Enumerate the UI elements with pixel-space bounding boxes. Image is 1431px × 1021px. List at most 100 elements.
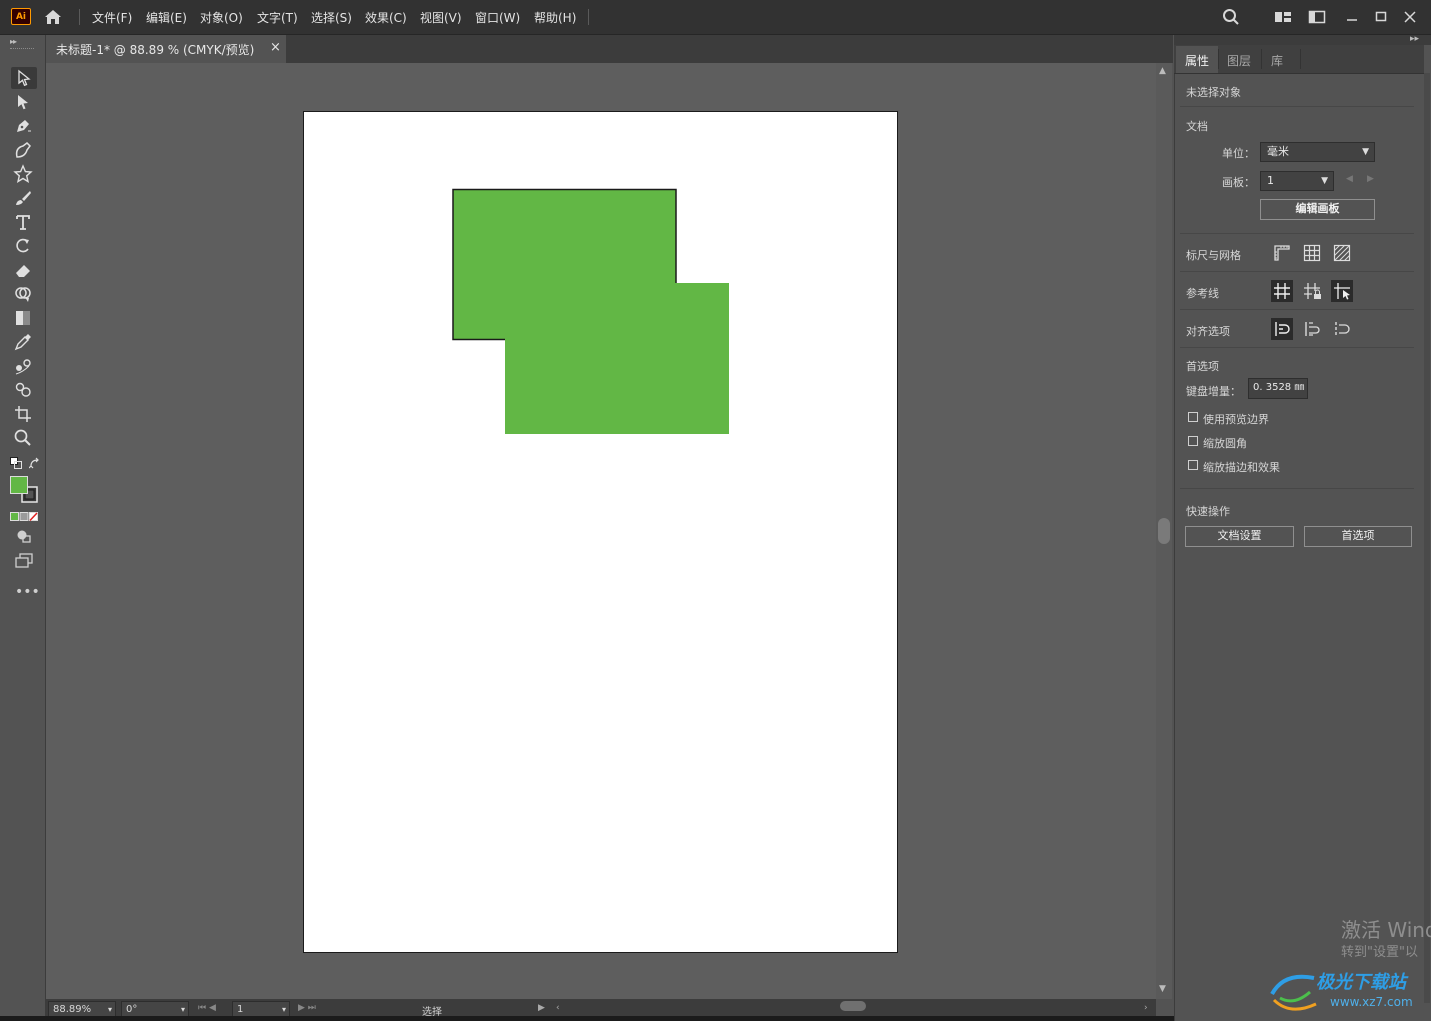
first-artboard-icon[interactable]: ⏮ ◀ [198,1003,216,1013]
windows-activation-watermark-line1: 激活 Wind [1341,918,1431,942]
type-tool-icon[interactable] [13,212,35,232]
minimize-window-icon[interactable] [1343,8,1361,26]
direct-selection-tool-icon[interactable] [13,92,35,112]
rotation-value: 0° [126,1004,138,1015]
grid-icon[interactable] [1301,242,1323,264]
symbol-sprayer-tool-icon[interactable] [13,380,35,400]
more-tools-icon[interactable]: ••• [15,584,40,600]
fill-stroke-swatch[interactable] [10,476,40,506]
document-tab-title[interactable]: 未标题-1* @ 88.89 % (CMYK/预览) [56,41,254,58]
document-setup-button[interactable]: 文档设置 [1185,526,1294,547]
zoom-level-value: 88.89% [53,1004,92,1015]
horizontal-scroll-thumb[interactable] [840,1001,866,1011]
screen-mode-icon[interactable] [14,551,34,569]
search-icon[interactable] [1222,8,1240,26]
quick-actions-title: 快速操作 [1186,505,1230,518]
tab-properties[interactable]: 属性 [1185,52,1209,69]
align-to-selection-icon[interactable] [1271,318,1293,340]
home-icon[interactable] [43,8,63,26]
tab-divider [1218,49,1219,69]
eraser-tool-icon[interactable] [13,260,35,280]
menu-help[interactable]: 帮助(H) [534,9,576,26]
artboard-label: 画板： [1222,176,1255,189]
close-tab-icon[interactable]: × [270,40,281,55]
toolbar-expand-icon[interactable]: ▸▸ [10,37,17,46]
edit-artboards-button[interactable]: 编辑画板 [1260,199,1375,220]
paintbrush-tool-icon[interactable] [13,188,35,208]
arrange-documents-icon[interactable] [1308,8,1326,26]
guides-title: 参考线 [1186,287,1219,300]
menu-window[interactable]: 窗口(W) [475,9,520,26]
scroll-right-icon[interactable]: › [1144,1003,1148,1013]
tab-divider [1300,49,1301,69]
menu-type[interactable]: 文字(T) [257,9,298,26]
color-mode-icons[interactable] [10,511,38,522]
default-colors-icon[interactable] [10,457,22,469]
rotate-tool-icon[interactable] [13,236,35,256]
lock-guides-icon[interactable] [1301,280,1323,302]
section-divider [1180,309,1414,310]
download-site-name: 极光下载站 [1316,972,1406,993]
menu-separator [588,9,589,25]
keyboard-increment-value: 0. 3528 ㎜ [1253,382,1305,393]
last-artboard-icon[interactable]: ▶ ⏭ [298,1003,316,1013]
align-options-title: 对齐选项 [1186,325,1230,338]
show-guides-icon[interactable] [1271,280,1293,302]
curvature-tool-icon[interactable] [13,140,35,160]
windows-activation-watermark-line2: 转到"设置"以 [1341,945,1418,960]
previous-artboard-icon[interactable]: ◀ [1346,174,1353,184]
shape-builder-tool-icon[interactable] [13,284,35,304]
chevron-down-icon: ▼ [1362,147,1369,157]
artboard-tool-icon[interactable] [13,404,35,424]
status-menu-arrow-icon[interactable]: ▶ [538,1003,545,1013]
drawing-mode-icon[interactable] [15,528,33,544]
selection-tool-icon[interactable] [11,67,37,89]
workspace-switcher-icon[interactable] [1274,8,1292,26]
swap-colors-icon[interactable] [28,457,41,469]
eyedropper-tool-icon[interactable] [13,332,35,352]
scale-corners-checkbox[interactable] [1188,436,1198,446]
tab-divider [1261,49,1262,69]
toolbar-grip[interactable] [10,48,34,51]
ruler-icon[interactable] [1271,242,1293,264]
gradient-tool-icon[interactable] [13,308,35,328]
blend-tool-icon[interactable] [13,356,35,376]
menu-file[interactable]: 文件(F) [92,9,132,26]
units-label: 单位： [1222,147,1255,160]
zoom-tool-icon[interactable] [13,428,35,448]
use-preview-bounds-checkbox[interactable] [1188,412,1198,422]
align-to-artboard-icon[interactable] [1331,318,1353,340]
panel-collapse-icon[interactable]: ▸▸ [1410,34,1419,44]
download-site-url: www.xz7.com [1330,995,1413,1009]
keyboard-increment-input[interactable]: 0. 3528 ㎜ [1248,378,1308,399]
star-tool-icon[interactable] [13,164,35,184]
scale-strokes-effects-checkbox[interactable] [1188,460,1198,470]
preferences-button[interactable]: 首选项 [1304,526,1412,547]
scroll-up-icon[interactable]: ▲ [1159,66,1166,76]
smart-guides-icon[interactable] [1331,280,1353,302]
artboard[interactable] [303,111,898,953]
menu-view[interactable]: 视图(V) [420,9,462,26]
keyboard-increment-label: 键盘增量： [1186,385,1241,398]
panel-header-strip [1174,35,1431,45]
scroll-down-icon[interactable]: ▼ [1159,984,1166,994]
tab-libraries[interactable]: 库 [1271,52,1283,69]
units-dropdown[interactable]: 毫米 ▼ [1260,142,1375,162]
next-artboard-icon[interactable]: ▶ [1367,174,1374,184]
use-preview-bounds-label: 使用预览边界 [1203,413,1269,426]
vertical-scroll-thumb[interactable] [1158,518,1170,544]
align-to-key-object-icon[interactable] [1301,318,1323,340]
panel-scrollbar[interactable] [1424,73,1430,1003]
pen-tool-icon[interactable] [13,116,35,136]
artboard-dropdown[interactable]: 1 ▼ [1260,171,1334,191]
tab-layers[interactable]: 图层 [1227,52,1251,69]
menu-edit[interactable]: 编辑(E) [146,9,187,26]
menu-effect[interactable]: 效果(C) [365,9,407,26]
menu-select[interactable]: 选择(S) [311,9,352,26]
transparency-grid-icon[interactable] [1331,242,1353,264]
section-divider [1180,488,1414,489]
maximize-window-icon[interactable] [1372,8,1390,26]
close-window-icon[interactable] [1401,8,1419,26]
menu-object[interactable]: 对象(O) [200,9,243,26]
scroll-left-icon[interactable]: ‹ [556,1003,560,1013]
